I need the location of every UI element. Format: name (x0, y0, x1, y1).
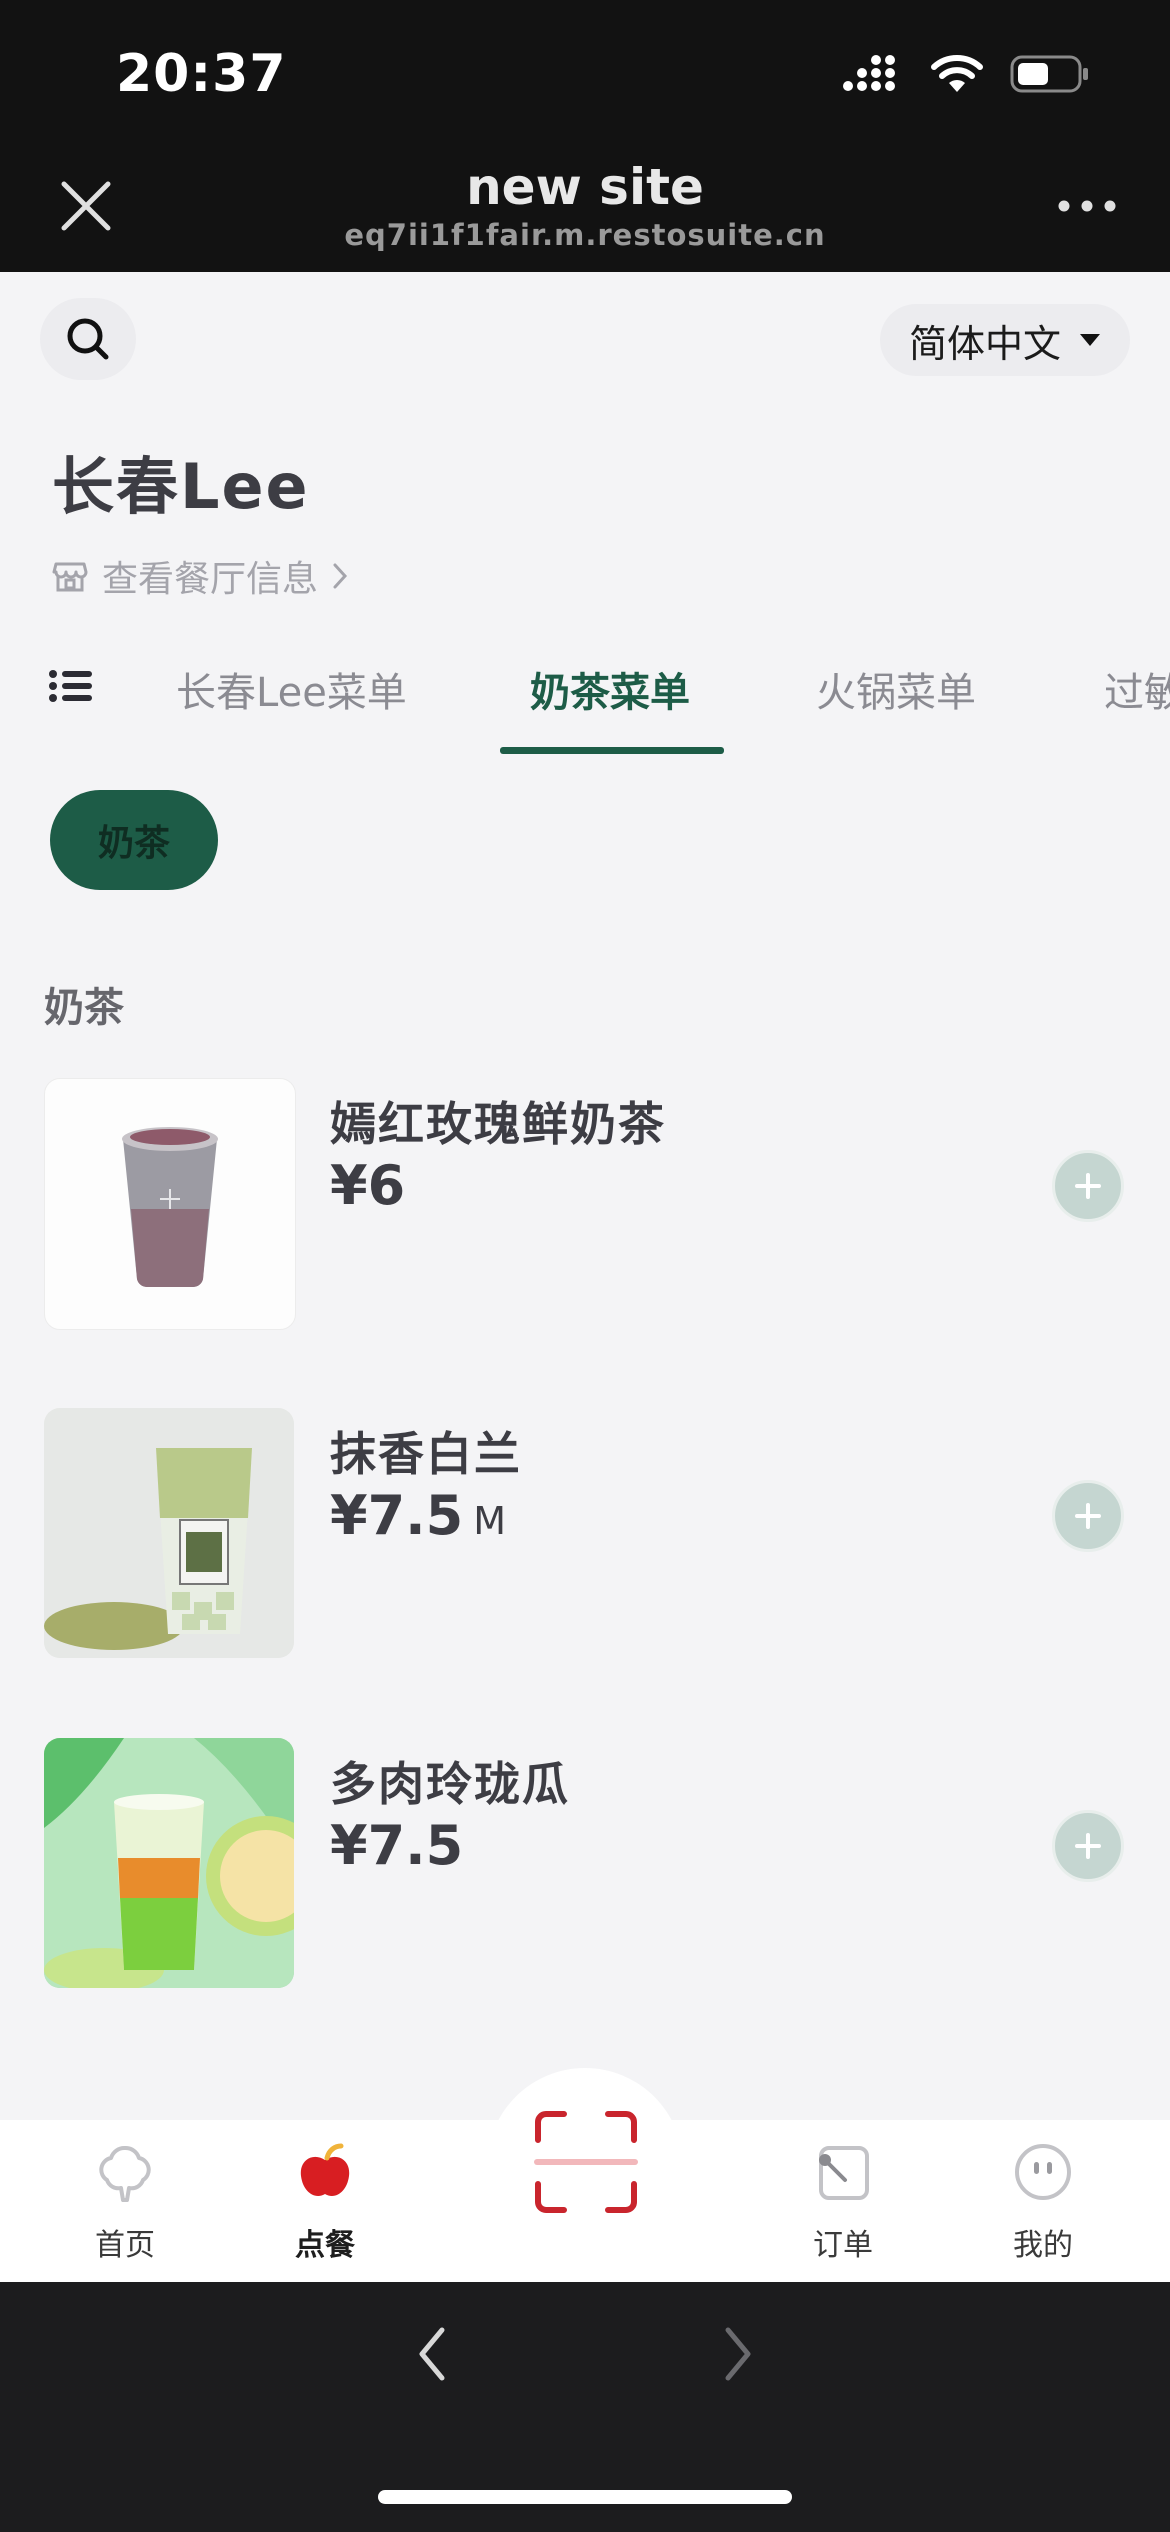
item-image (44, 1408, 294, 1658)
scan-button[interactable] (534, 2110, 638, 2214)
tab-allergen-menu[interactable]: 过敏 (1104, 660, 1170, 718)
search-button[interactable] (40, 298, 136, 380)
store-icon (52, 562, 88, 592)
active-tab-indicator (500, 747, 724, 754)
language-label: 简体中文 (908, 321, 1061, 366)
nav-orders-label: 订单 (813, 2228, 873, 2263)
add-to-cart-button[interactable] (1052, 1150, 1124, 1222)
nav-orders[interactable]: 订单 (768, 2140, 918, 2264)
plus-icon (1075, 1833, 1101, 1859)
item-price-value: ¥6 (330, 1154, 406, 1217)
item-spec: M (473, 1499, 507, 1543)
bottom-nav: 首页 点餐 订单 我的 (0, 2111, 1170, 2282)
more-options-button[interactable] (1052, 186, 1122, 226)
cellular-signal-icon (843, 55, 895, 91)
item-price: ¥6 (330, 1154, 405, 1217)
tab-changchun-lee-menu[interactable]: 长春Lee菜单 (176, 660, 407, 718)
browser-forward-button[interactable] (716, 2322, 760, 2390)
webview-title: new site (466, 158, 704, 216)
nav-order-food-label: 点餐 (295, 2228, 355, 2263)
restaurant-info-link[interactable]: 查看餐厅信息 (52, 550, 348, 602)
menu-item[interactable]: 抹香白兰 ¥7.5 M (0, 1408, 1170, 1668)
nav-order-food[interactable]: 点餐 (250, 2140, 400, 2264)
item-name: 抹香白兰 (330, 1427, 522, 1481)
add-to-cart-button[interactable] (1052, 1810, 1124, 1882)
menu-item[interactable]: 多肉玲珑瓜 ¥7.5 (0, 1738, 1170, 1998)
plus-icon (1075, 1503, 1101, 1529)
home-indicator (378, 2490, 792, 2504)
section-title: 奶茶 (44, 985, 124, 1031)
item-price-value: ¥7.5 (330, 1484, 464, 1547)
battery-icon (1010, 55, 1088, 93)
chevron-left-icon (419, 2327, 445, 2381)
more-dots-icon (1058, 200, 1116, 212)
restaurant-info-label: 查看餐厅信息 (102, 559, 319, 600)
nav-home[interactable]: 首页 (50, 2140, 200, 2264)
menu-tabs: 长春Lee菜单 奶茶菜单 火锅菜单 过敏 (0, 640, 1170, 760)
item-price: ¥7.5 (330, 1814, 463, 1877)
add-to-cart-button[interactable] (1052, 1480, 1124, 1552)
nav-mine-label: 我的 (1013, 2228, 1073, 2263)
item-price-value: ¥7.5 (330, 1814, 464, 1877)
chevron-right-icon (333, 563, 348, 589)
status-time: 20:37 (116, 44, 287, 104)
language-selector[interactable]: 简体中文 (880, 304, 1130, 376)
home-tree-icon (99, 2146, 151, 2202)
search-icon (67, 318, 109, 360)
item-name: 多肉玲珑瓜 (330, 1757, 570, 1811)
caret-down-icon (1080, 334, 1100, 346)
nav-home-label: 首页 (95, 2228, 155, 2263)
restaurant-name: 长春Lee (52, 450, 310, 523)
apple-icon (300, 2143, 350, 2196)
tab-hotpot-menu[interactable]: 火锅菜单 (816, 660, 976, 718)
menu-list-icon[interactable] (48, 666, 94, 710)
scan-icon (534, 2111, 638, 2213)
nav-mine[interactable]: 我的 (968, 2140, 1118, 2264)
menu-item[interactable]: 嫣红玫瑰鲜奶茶 ¥6 (0, 1078, 1170, 1338)
item-name: 嫣红玫瑰鲜奶茶 (330, 1097, 666, 1151)
wifi-icon (931, 55, 983, 92)
status-icons (842, 54, 1090, 94)
plus-icon (1075, 1173, 1101, 1199)
profile-face-icon (1015, 2144, 1071, 2200)
category-chip[interactable]: 奶茶 (50, 790, 218, 890)
tab-milk-tea-menu[interactable]: 奶茶菜单 (530, 660, 690, 718)
browser-back-button[interactable] (410, 2322, 454, 2390)
webview-url: eq7ii1f1fair.m.restosuite.cn (344, 218, 826, 252)
item-price: ¥7.5 M (330, 1484, 506, 1547)
orders-icon (819, 2146, 869, 2200)
chevron-right-icon (725, 2327, 751, 2381)
item-image (44, 1738, 294, 1988)
item-image (44, 1078, 296, 1330)
